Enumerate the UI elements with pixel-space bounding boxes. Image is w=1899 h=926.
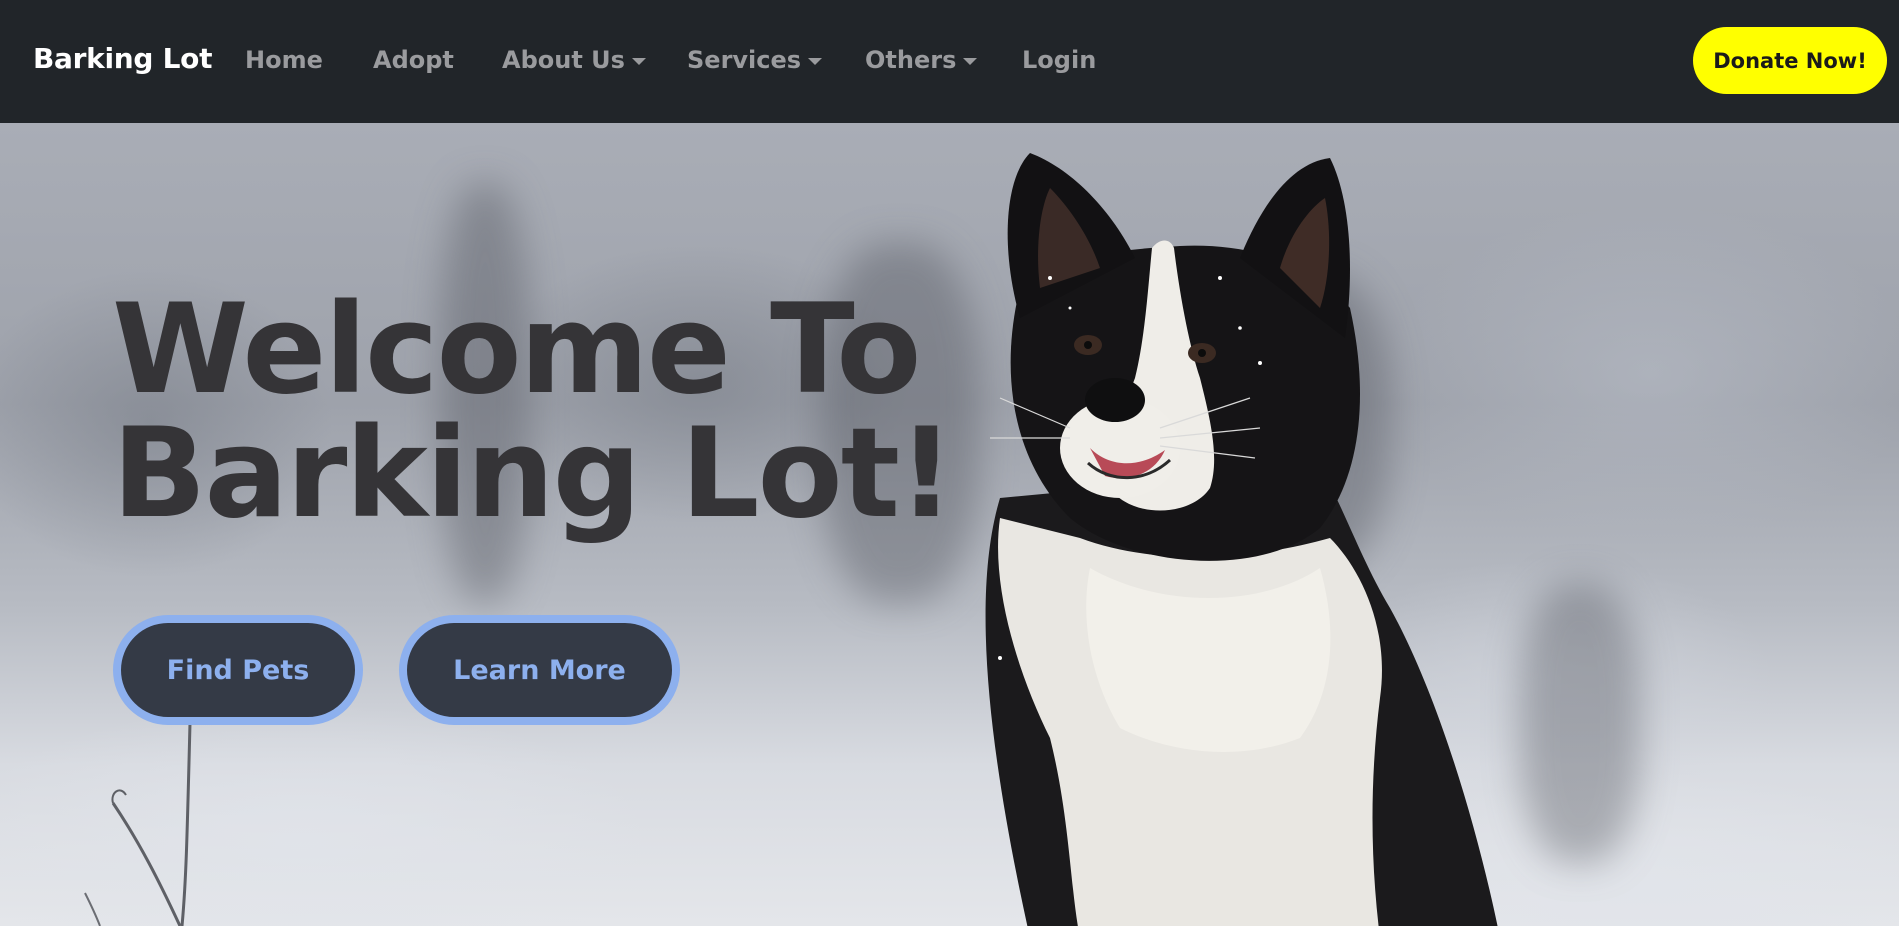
nav-others-label: Others <box>865 46 957 74</box>
donate-now-button[interactable]: Donate Now! <box>1693 27 1887 94</box>
hero-headline-line2: Barking Lot! <box>112 402 955 546</box>
nav-services-label: Services <box>687 46 802 74</box>
nav-adopt-label: Adopt <box>373 46 454 74</box>
hero-headline-line1: Welcome To <box>112 278 921 422</box>
caret-down-icon <box>963 57 978 65</box>
nav-home-label: Home <box>245 46 323 74</box>
caret-down-icon <box>808 57 823 65</box>
hero-headline: Welcome To Barking Lot! <box>112 288 972 536</box>
nav-others-dropdown[interactable]: Others <box>865 46 978 74</box>
hero-section: Welcome To Barking Lot! Find Pets Learn … <box>0 123 1899 926</box>
brand-logo-link[interactable]: Barking Lot <box>33 42 212 75</box>
caret-down-icon <box>631 57 646 65</box>
nav-adopt[interactable]: Adopt <box>373 46 454 74</box>
nav-about-us-dropdown[interactable]: About Us <box>502 46 646 74</box>
find-pets-button[interactable]: Find Pets <box>113 615 363 725</box>
learn-more-button[interactable]: Learn More <box>399 615 680 725</box>
nav-login-label: Login <box>1022 46 1097 74</box>
border-collie-dog-image <box>985 153 1498 926</box>
background-tree <box>1520 583 1640 863</box>
nav-home[interactable]: Home <box>245 46 323 74</box>
nav-about-us-label: About Us <box>502 46 625 74</box>
top-navbar: Barking Lot Home Adopt About Us Services… <box>0 0 1899 123</box>
nav-login[interactable]: Login <box>1022 46 1096 74</box>
nav-services-dropdown[interactable]: Services <box>687 46 823 74</box>
